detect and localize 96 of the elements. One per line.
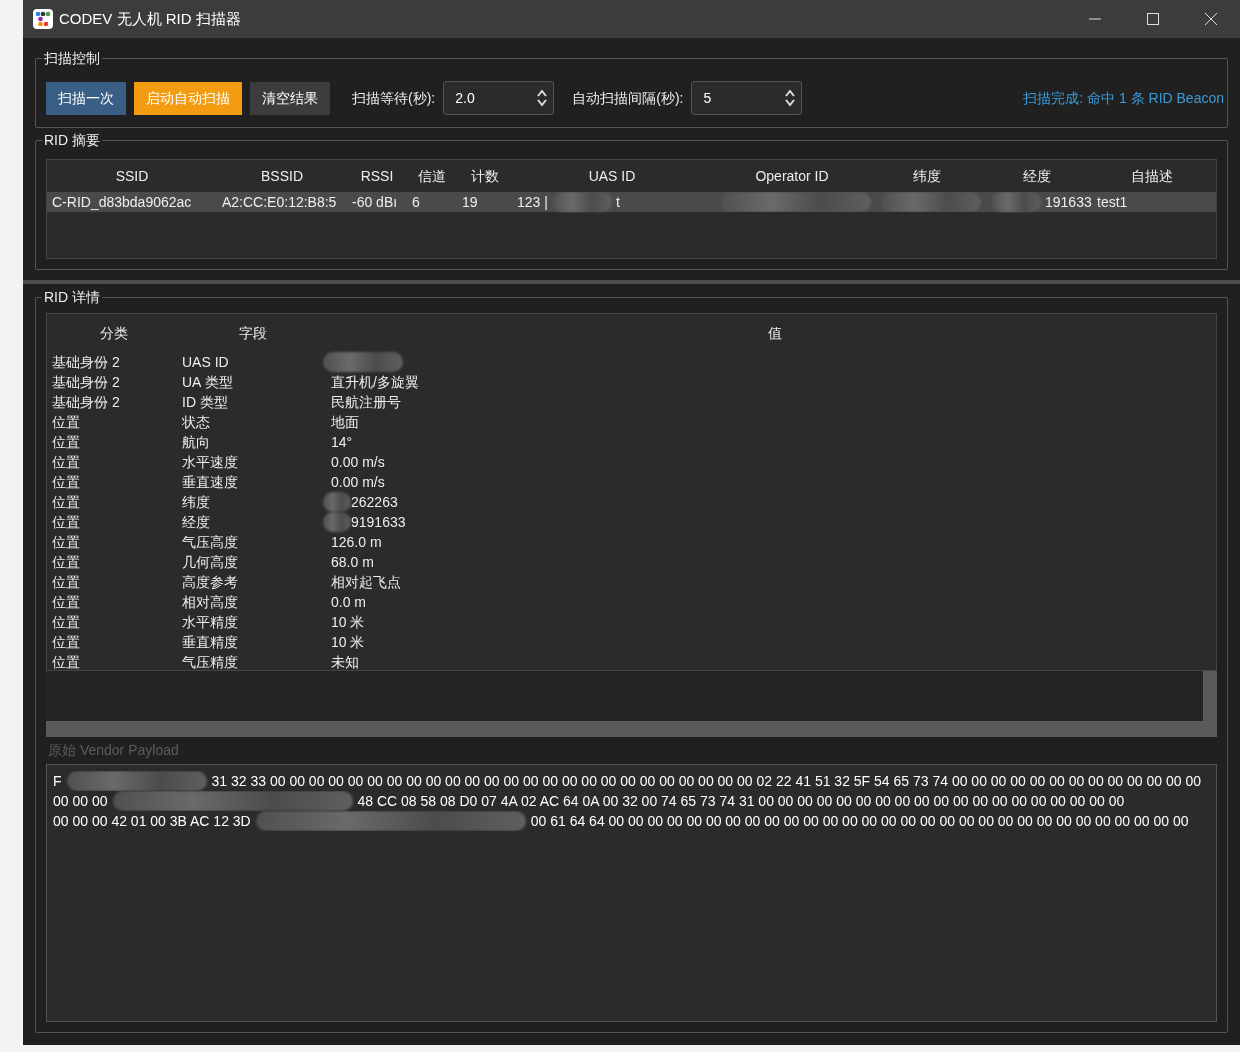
table-cell-text: test1 xyxy=(1097,192,1129,212)
hex-text: 00 61 64 64 00 00 00 00 00 00 00 00 00 00 00 00 00 00 00 00 00 00 00 00 00 00 00 00 00 00 00 00 00 00 xyxy=(530,811,1189,831)
table-cell-text: 126.0 m xyxy=(331,532,382,552)
table-cell-text: 68.0 m xyxy=(331,552,374,572)
table-cell-text: 高度参考 xyxy=(182,572,239,592)
table-cell-text: 123 | xyxy=(517,192,548,212)
redaction-blur xyxy=(991,192,1041,212)
column-header[interactable]: UAS ID xyxy=(512,165,712,187)
button[interactable]: 扫描一次 xyxy=(46,81,126,115)
table-cell-text: 0.00 m/s xyxy=(331,452,385,472)
table-cell-text: 191633 xyxy=(1045,192,1092,212)
column-header[interactable]: 经度 xyxy=(982,165,1092,187)
table-cell-text: C-RID_d83bda9062ac xyxy=(52,192,193,212)
table-cell-text: 相对高度 xyxy=(182,592,239,612)
table-cell-text: -60 dBı xyxy=(352,192,399,212)
table-cell-text: 垂直精度 xyxy=(182,632,239,652)
column-header[interactable]: 值 xyxy=(325,322,1225,344)
column-header[interactable]: 信道 xyxy=(407,165,457,187)
group-title: RID 摘要 xyxy=(42,131,102,149)
table-cell-text: 位置 xyxy=(52,572,81,592)
table-cell-text: 9191633 xyxy=(351,512,406,532)
table-cell-text: 基础身份 2 xyxy=(52,392,121,412)
field-label: 原始 Vendor Payload xyxy=(47,741,180,760)
table-cell-text: 民航注册号 xyxy=(331,392,401,412)
table-cell-text: 水平速度 xyxy=(182,452,239,472)
redaction-blur xyxy=(551,192,612,212)
table-cell-text: 位置 xyxy=(52,652,81,672)
table-row[interactable]: C-RID_d83bda9062ac A2:CC:E0:12:B8:5 -60 dBı 6 19 123 | t 191633 test1 xyxy=(47,192,1216,212)
table-cell-text: 位置 xyxy=(52,512,81,532)
hex-text: 00 00 00 42 01 00 3B AC 12 3D xyxy=(53,811,251,831)
close-icon[interactable] xyxy=(1205,13,1217,25)
table-cell-text: 位置 xyxy=(52,472,81,492)
status-text: 扫描完成: 命中 1 条 RID Beacon xyxy=(1023,88,1224,108)
window-title: CODEV 无人机 RID 扫描器 xyxy=(59,8,241,29)
table-cell-text: 6 xyxy=(412,192,421,212)
column-header[interactable]: 纬度 xyxy=(872,165,982,187)
table-cell-text: 基础身份 2 xyxy=(52,352,121,372)
table-cell-text: UA 类型 xyxy=(182,372,234,392)
hex-text: F xyxy=(53,771,62,791)
table-cell-text: 10 米 xyxy=(331,632,365,652)
field-label: 自动扫描间隔(秒): xyxy=(572,88,684,108)
table-cell-text: 状态 xyxy=(182,412,211,432)
table-cell-text: UAS ID xyxy=(182,352,230,372)
spin-box[interactable]: 2.0 xyxy=(443,81,555,115)
hex-text: 31 32 33 00 00 00 00 00 00 00 00 00 00 00 00 00 00 00 00 00 00 00 00 00 00 00 00 00 02 22 41 51 32 5F 54 65 73 74 00 00 00 00 00 00 00 00 00 00 00 00 00 xyxy=(211,771,1201,791)
column-header[interactable]: 计数 xyxy=(457,165,512,187)
column-header[interactable]: BSSID xyxy=(217,165,347,187)
table-cell-text: A2:CC:E0:12:B8:5 xyxy=(222,192,338,212)
scrollbar[interactable] xyxy=(46,721,1217,737)
column-header[interactable]: 字段 xyxy=(181,322,325,344)
table-cell-text: 地面 xyxy=(331,412,359,432)
group-title: 扫描控制 xyxy=(42,49,102,67)
column-header[interactable]: Operator ID xyxy=(712,165,872,187)
table-cell-text: 垂直速度 xyxy=(182,472,239,492)
table-cell-text: 相对起飞点 xyxy=(331,572,401,592)
table-cell-text: 位置 xyxy=(52,492,81,512)
button[interactable]: 清空结果 xyxy=(250,81,330,115)
table-cell-text: 未知 xyxy=(331,652,359,672)
table-cell-text: 位置 xyxy=(52,532,81,552)
table-cell-text: 位置 xyxy=(52,412,81,432)
table-cell-text: 几何高度 xyxy=(182,552,239,572)
table-cell-text: t xyxy=(615,192,620,212)
spin-box[interactable]: 5 xyxy=(691,81,803,115)
column-header[interactable]: 分类 xyxy=(47,322,181,344)
column-header[interactable]: 自描述 xyxy=(1092,165,1212,187)
table-cell-text: 位置 xyxy=(52,592,81,612)
table-cell-text: 位置 xyxy=(52,432,81,452)
table-cell-text: 262263 xyxy=(351,492,398,512)
table-cell-text: ID 类型 xyxy=(182,392,229,412)
column-header[interactable]: SSID xyxy=(47,165,217,187)
table-cell-text: 水平精度 xyxy=(182,612,239,632)
table-cell-text: 航向 xyxy=(182,432,211,452)
column-header[interactable]: RSSI xyxy=(347,165,407,187)
app-logo-icon xyxy=(33,9,53,29)
table-cell-text: 10 米 xyxy=(331,612,365,632)
table-cell-text: 直升机/多旋翼 xyxy=(331,372,419,392)
group-title: RID 详情 xyxy=(42,288,102,306)
hex-text: 00 00 00 xyxy=(53,791,108,811)
maximize-icon[interactable] xyxy=(1147,13,1159,25)
table-cell-text: 经度 xyxy=(182,512,211,532)
table-cell-text: 基础身份 2 xyxy=(52,372,121,392)
table-cell-text: 位置 xyxy=(52,552,81,572)
table-cell-text: 14° xyxy=(331,432,353,452)
table-cell-text: 0.0 m xyxy=(331,592,366,612)
table-cell-text: 纬度 xyxy=(182,492,211,512)
table-cell-text: 19 xyxy=(462,192,479,212)
table-cell-text: 气压精度 xyxy=(182,652,239,672)
table-cell-text: 位置 xyxy=(52,612,81,632)
table-cell-text: 位置 xyxy=(52,632,81,652)
hex-text: 48 CC 08 58 08 D0 07 4A 02 AC 64 0A 00 32 00 74 65 73 74 31 00 00 00 00 00 00 00 00 00 00 00 00 00 00 00 00 00 00 00 xyxy=(357,791,1125,811)
table-cell-text: 0.00 m/s xyxy=(331,472,385,492)
scrollbar[interactable] xyxy=(1203,671,1217,721)
field-label: 扫描等待(秒): xyxy=(352,88,436,108)
payload-text-area[interactable] xyxy=(46,764,1217,1022)
table-cell-text: 气压高度 xyxy=(182,532,239,552)
table-cell-text: 位置 xyxy=(52,452,81,472)
